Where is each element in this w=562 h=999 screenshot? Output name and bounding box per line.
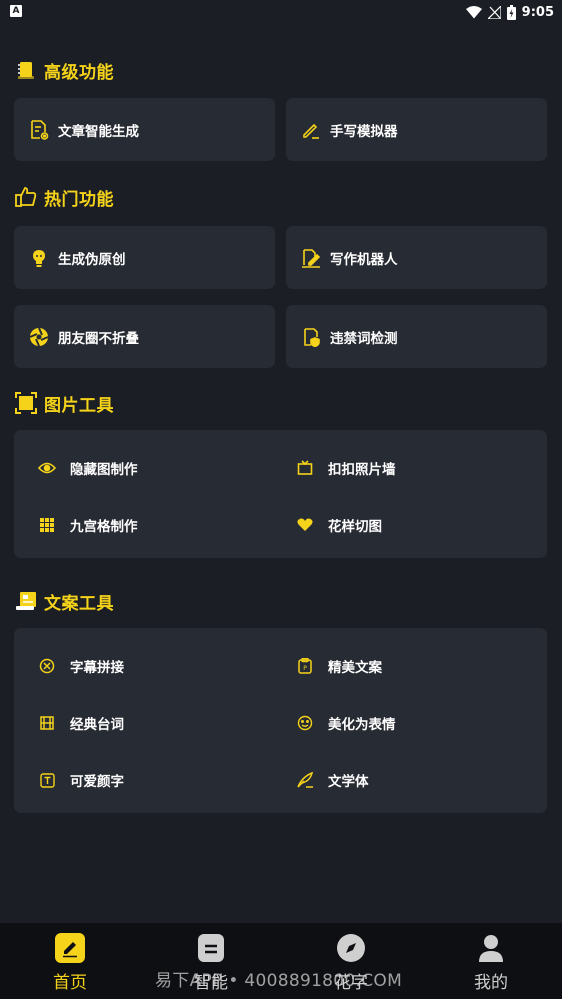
notification-a-icon: A (10, 5, 22, 17)
section-title: 热门功能 (44, 189, 114, 210)
image-tools-panel: 隐藏图制作 扣扣照片墙 九宫格制作 花样切图 (14, 430, 547, 558)
tool-label: 文学体 (328, 774, 369, 790)
watermark: 易下APP • 4008891800.COM (155, 971, 403, 991)
tool-label: 字幕拼接 (70, 660, 124, 676)
pen-icon (300, 119, 322, 141)
tool-label: 美化为表情 (328, 717, 396, 733)
wifi-icon (465, 5, 482, 18)
tool-label: 精美文案 (328, 660, 382, 676)
section-title: 高级功能 (44, 62, 114, 83)
card-label: 违禁词检测 (330, 330, 398, 347)
frame-icon (296, 459, 314, 477)
list-icon (196, 933, 226, 963)
card-writing-robot[interactable]: 写作机器人 (286, 226, 547, 289)
section-title: 文案工具 (44, 593, 114, 614)
card-moments-no-fold[interactable]: 朋友圈不折叠 (14, 305, 275, 368)
aperture-icon (28, 326, 50, 348)
tool-label: 可爱颜字 (70, 774, 124, 790)
status-bar: A 9:05 (0, 0, 562, 24)
section-popular-header: 热门功能 (14, 182, 114, 212)
tool-label: 花样切图 (328, 519, 382, 535)
section-advanced-header: 高级功能 (14, 55, 114, 85)
tool-cute-text[interactable]: 可爱颜字 (38, 765, 124, 795)
clipboard-icon: P (296, 657, 314, 675)
user-icon (476, 933, 506, 963)
tool-label: 九宫格制作 (70, 519, 138, 535)
battery-icon (506, 4, 516, 20)
tool-fine-copy[interactable]: P 精美文案 (296, 651, 382, 681)
quill-icon (296, 771, 314, 789)
tab-label: 首页 (53, 973, 87, 993)
tool-literary-style[interactable]: 文学体 (296, 765, 369, 795)
card-label: 手写模拟器 (330, 123, 398, 140)
card-article-generator[interactable]: 文章智能生成 (14, 98, 275, 161)
card-handwriting-simulator[interactable]: 手写模拟器 (286, 98, 547, 161)
tool-classic-lines[interactable]: 经典台词 (38, 708, 124, 738)
lightbulb-icon (28, 247, 50, 269)
writing-robot-icon (300, 247, 322, 269)
card-label: 文章智能生成 (58, 123, 139, 140)
image-frame-icon (14, 391, 38, 415)
card-label: 写作机器人 (330, 251, 398, 268)
card-banned-words-check[interactable]: 违禁词检测 (286, 305, 547, 368)
card-label: 生成伪原创 (58, 251, 126, 268)
document-gear-icon (28, 119, 50, 141)
tab-mine[interactable]: 我的 (421, 923, 561, 999)
subtitle-icon (38, 657, 56, 675)
section-image-tools-header: 图片工具 (14, 388, 114, 418)
copy-tools-panel: 字幕拼接 P 精美文案 经典台词 美化为表情 可爱颜字 文学体 (14, 628, 547, 813)
eye-icon (38, 459, 56, 477)
svg-text:P: P (303, 665, 307, 672)
tab-home[interactable]: 首页 (0, 923, 140, 999)
tool-nine-grid[interactable]: 九宫格制作 (38, 510, 138, 540)
tool-photo-wall[interactable]: 扣扣照片墙 (296, 453, 396, 483)
section-title: 图片工具 (44, 395, 114, 416)
compass-icon (336, 933, 366, 963)
card-label: 朋友圈不折叠 (58, 330, 139, 347)
section-copy-tools-header: 文案工具 (14, 586, 114, 616)
grid-icon (38, 516, 56, 534)
copy-tools-icon (14, 589, 38, 613)
notebook-icon (14, 58, 38, 82)
tab-label: 我的 (474, 973, 508, 993)
tool-beautify-emoji[interactable]: 美化为表情 (296, 708, 396, 738)
signal-icon (487, 5, 501, 19)
shield-check-icon (300, 326, 322, 348)
tool-label: 经典台词 (70, 717, 124, 733)
card-pseudo-original[interactable]: 生成伪原创 (14, 226, 275, 289)
edit-icon (55, 933, 85, 963)
tool-hidden-image[interactable]: 隐藏图制作 (38, 453, 138, 483)
tool-label: 隐藏图制作 (70, 462, 138, 478)
thumbs-up-icon (14, 185, 38, 209)
clock: 9:05 (521, 4, 554, 20)
smile-icon (296, 714, 314, 732)
text-box-icon (38, 771, 56, 789)
tool-subtitle-join[interactable]: 字幕拼接 (38, 651, 124, 681)
heart-icon (296, 516, 314, 534)
tool-pattern-cut[interactable]: 花样切图 (296, 510, 382, 540)
tool-label: 扣扣照片墙 (328, 462, 396, 478)
film-icon (38, 714, 56, 732)
